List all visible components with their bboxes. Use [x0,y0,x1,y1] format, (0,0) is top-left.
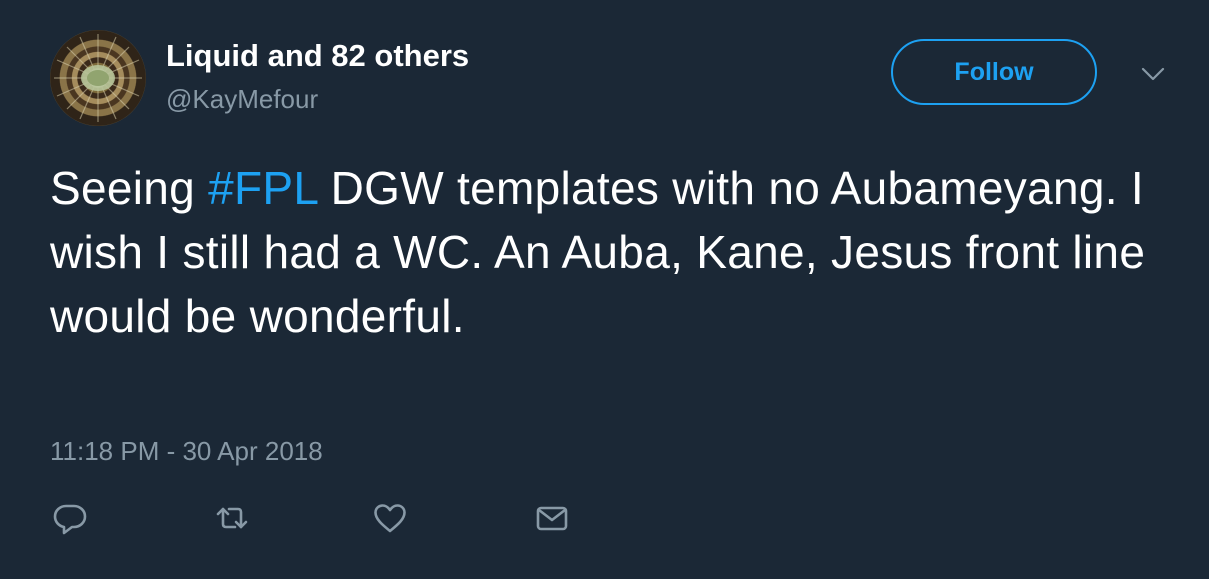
retweet-icon[interactable] [214,500,250,536]
tweet-card: Liquid and 82 others @KayMefour Follow S… [0,0,1209,579]
heart-icon[interactable] [372,500,408,536]
hashtag-link[interactable]: #FPL [208,162,317,214]
avatar[interactable] [50,30,146,126]
tweet-text: Seeing #FPL DGW templates with no Aubame… [50,156,1170,348]
tweet-timestamp[interactable]: 11:18 PM - 30 Apr 2018 [50,436,323,467]
envelope-icon[interactable] [534,500,570,536]
chevron-down-icon[interactable] [1140,64,1166,84]
avatar-image [54,34,142,122]
reply-icon[interactable] [52,500,88,536]
author-name[interactable]: Liquid and 82 others [166,38,469,74]
author-handle[interactable]: @KayMefour [166,84,318,115]
tweet-text-before: Seeing [50,162,209,214]
follow-button[interactable]: Follow [891,39,1097,105]
